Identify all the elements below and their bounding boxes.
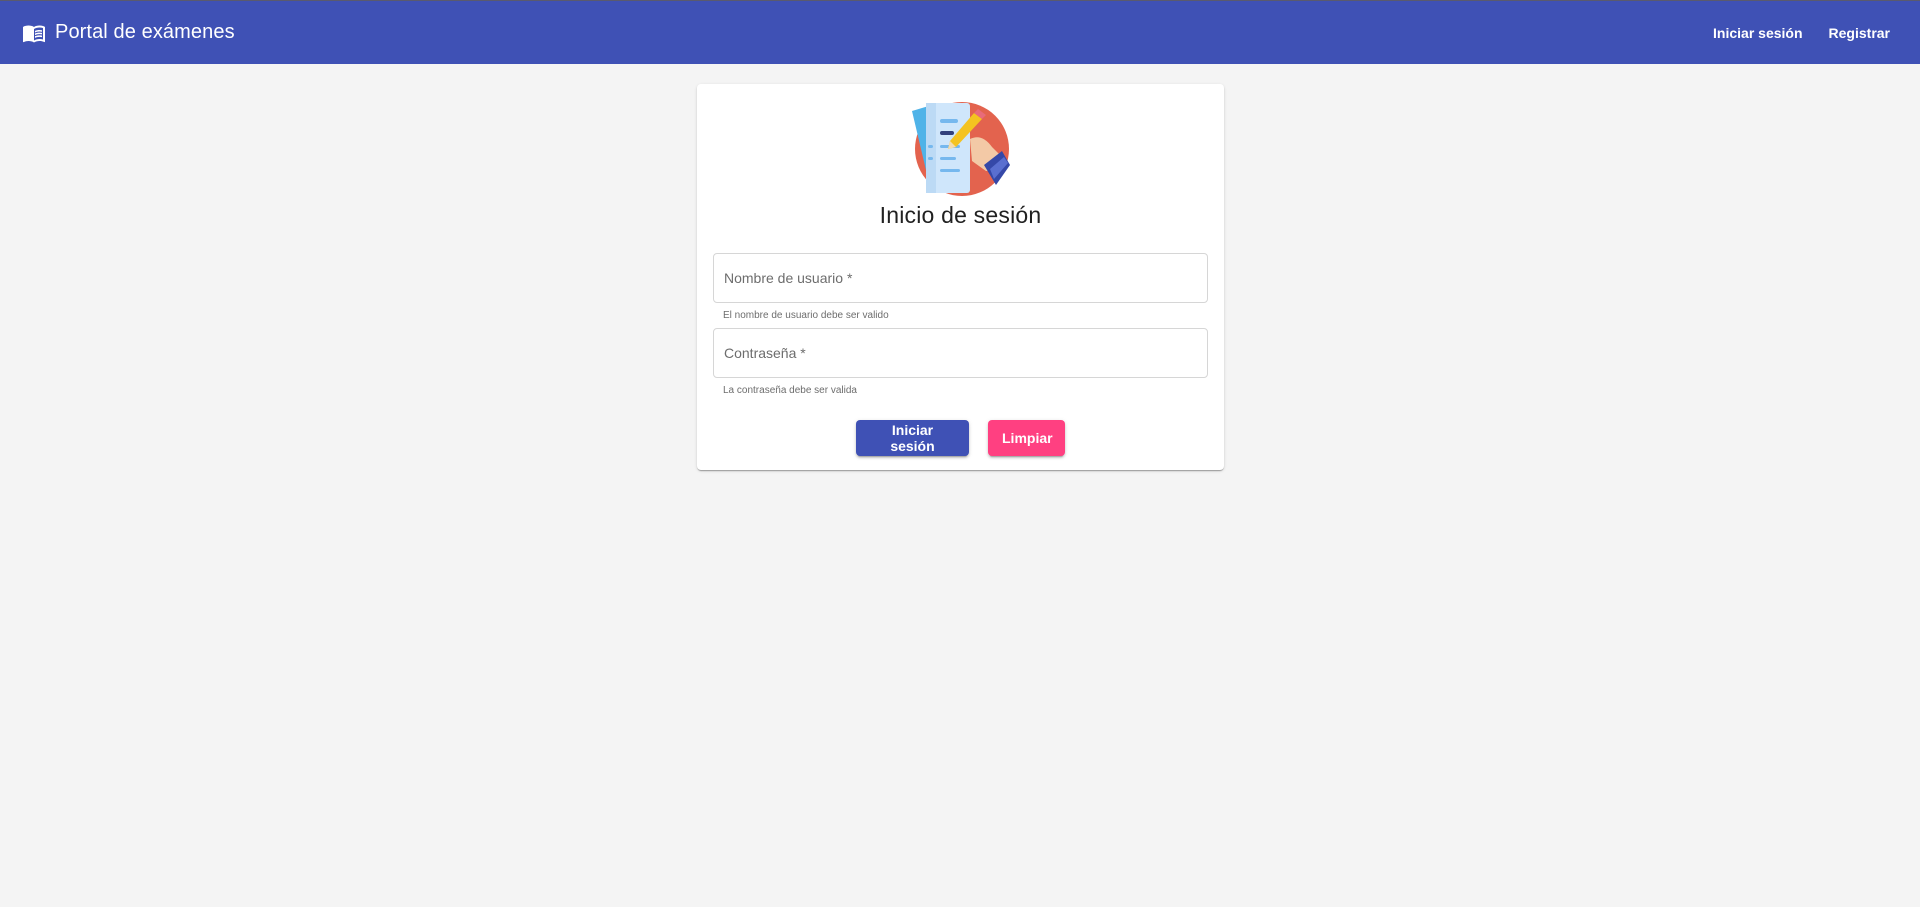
login-card: Inicio de sesión El nombre de usuario de… [697,84,1224,470]
username-input[interactable] [714,254,1207,302]
brand[interactable]: Portal de exámenes [22,21,235,45]
exam-writing-illustration [912,102,1010,196]
top-toolbar: Portal de exámenes Iniciar sesión Regist… [0,0,1920,64]
username-hint: El nombre de usuario debe ser valido [723,310,889,321]
login-title: Inicio de sesión [879,202,1042,228]
menu-book-icon [23,25,45,42]
password-input[interactable] [714,329,1207,377]
username-field[interactable] [713,253,1208,303]
nav-login-link[interactable]: Iniciar sesión [1701,17,1814,49]
password-hint: La contraseña debe ser valida [723,385,857,396]
clear-button[interactable]: Limpiar [988,420,1065,456]
nav-register-link[interactable]: Registrar [1817,17,1902,49]
login-button[interactable]: Iniciar sesión [856,420,969,456]
app-title: Portal de exámenes [55,21,235,43]
password-field[interactable] [713,328,1208,378]
